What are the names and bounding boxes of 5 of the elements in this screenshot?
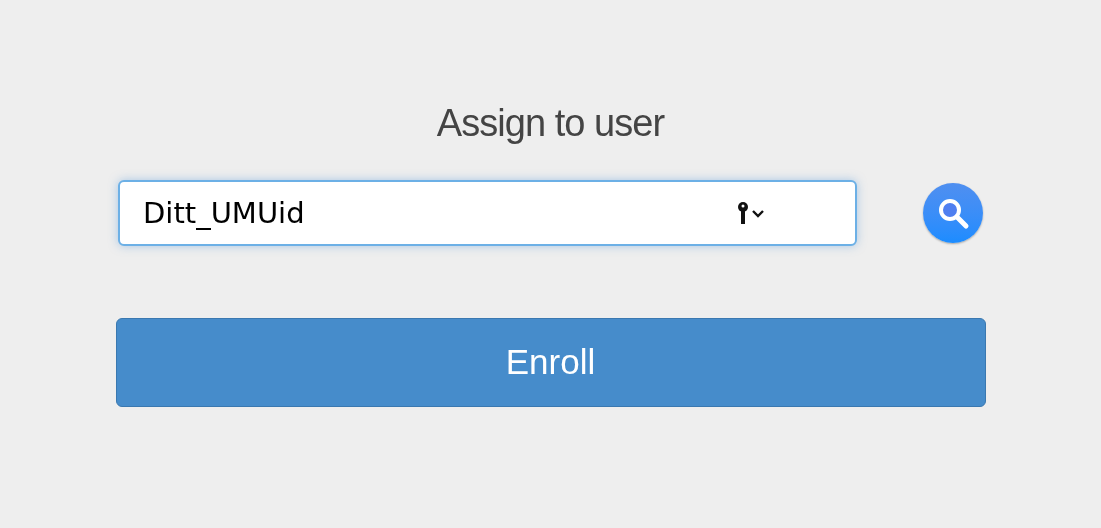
- heading: Assign to user: [436, 101, 665, 146]
- search-icon: [936, 196, 970, 230]
- search-button[interactable]: [923, 183, 983, 243]
- user-input-field[interactable]: Ditt_UMUid: [118, 180, 857, 246]
- enroll-button[interactable]: Enroll: [115, 318, 986, 407]
